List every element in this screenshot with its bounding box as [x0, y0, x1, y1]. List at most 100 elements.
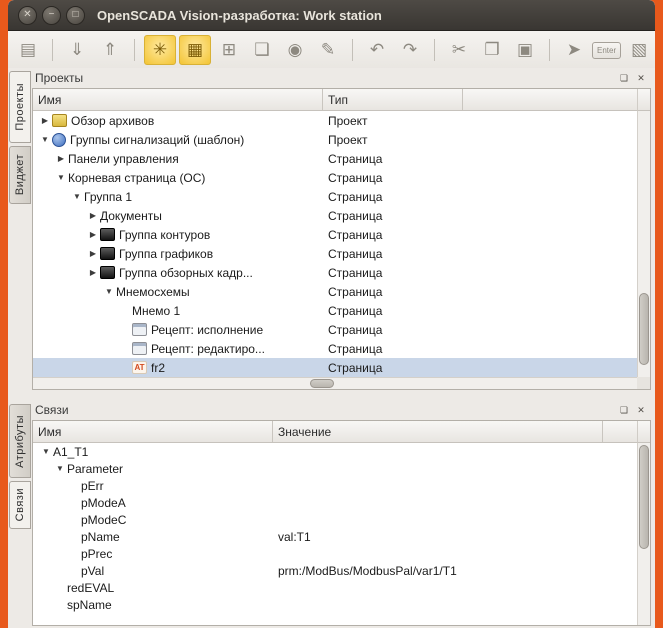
run-project-icon[interactable]: ▦: [179, 35, 211, 65]
vertical-scrollbar[interactable]: [637, 443, 650, 625]
indent-spacer: [33, 570, 67, 571]
add-widget-icon[interactable]: ⊞: [214, 36, 244, 64]
tree-row[interactable]: ATfr2Страница: [33, 358, 637, 377]
row-name: pName: [81, 530, 120, 544]
print-icon[interactable]: ▤: [13, 36, 43, 64]
projects-dock-buttons: ❏✕: [614, 71, 648, 85]
tree-row[interactable]: ▼Группа 1Страница: [33, 187, 637, 206]
tab-label: Виджет: [14, 154, 26, 195]
dock-area: Проекты ❏✕ ИмяТип ▶Обзор архивовПроект▼Г…: [30, 68, 653, 628]
close-button[interactable]: ✕: [18, 6, 37, 25]
view-widget-icon[interactable]: ◉: [280, 36, 310, 64]
collapse-icon[interactable]: ▼: [39, 447, 53, 456]
links-panel-title: Связи: [35, 403, 69, 417]
scrollbar-thumb[interactable]: [310, 379, 334, 388]
float-button[interactable]: ❏: [617, 403, 631, 417]
tree-row[interactable]: ▼Parameter: [33, 460, 637, 477]
tree-row[interactable]: ▶Группа контуровСтраница: [33, 225, 637, 244]
collapse-icon[interactable]: ▼: [70, 192, 84, 201]
collapse-icon[interactable]: ▼: [54, 173, 68, 182]
tree-row[interactable]: pModeC: [33, 511, 637, 528]
window-icon: [132, 323, 147, 336]
column-header[interactable]: Имя: [33, 421, 273, 442]
close-button[interactable]: ✕: [634, 71, 648, 85]
projects-panel-titlebar[interactable]: Проекты ❏✕: [30, 68, 653, 88]
vertical-scrollbar[interactable]: [637, 111, 650, 377]
scrollbar-thumb[interactable]: [639, 293, 649, 365]
tree-row[interactable]: pNameval:T1: [33, 528, 637, 545]
toolbar-separator: [52, 39, 53, 61]
tab-attributes[interactable]: Атрибуты: [9, 404, 31, 478]
indent-spacer: [33, 253, 86, 254]
expand-icon[interactable]: ▶: [38, 116, 52, 125]
widget-levels-icon[interactable]: ▧: [624, 36, 654, 64]
collapse-icon[interactable]: ▼: [53, 464, 67, 473]
collapse-icon[interactable]: ▼: [38, 135, 52, 144]
float-button[interactable]: ❏: [617, 71, 631, 85]
column-header[interactable]: Имя: [33, 89, 323, 110]
row-name: Группа графиков: [119, 247, 213, 261]
tree-row[interactable]: pValprm:/ModBus/ModbusPal/var1/T1: [33, 562, 637, 579]
tree-row[interactable]: ▶Обзор архивовПроект: [33, 111, 637, 130]
paste-icon[interactable]: ▣: [510, 36, 540, 64]
edit-widget-icon[interactable]: ✎: [313, 36, 343, 64]
side-tabs-bottom: Атрибуты Связи: [9, 404, 30, 529]
expand-icon[interactable]: ▶: [86, 211, 100, 220]
scrollbar-thumb[interactable]: [639, 445, 649, 549]
tree-row[interactable]: ▼Корневая страница (ОС)Страница: [33, 168, 637, 187]
select-mode-icon[interactable]: ➤: [559, 36, 589, 64]
redo-icon[interactable]: ↷: [395, 36, 425, 64]
tree-row[interactable]: ▶Панели управленияСтраница: [33, 149, 637, 168]
minimize-button[interactable]: −: [42, 6, 61, 25]
indent-spacer: [33, 367, 118, 368]
indent-spacer: [33, 348, 118, 349]
widget-library-icon[interactable]: ❏: [247, 36, 277, 64]
enter-key-icon[interactable]: Enter: [592, 42, 621, 59]
row-name: Мнемо 1: [132, 304, 180, 318]
expand-icon[interactable]: ▶: [54, 154, 68, 163]
expand-icon[interactable]: ▶: [86, 230, 100, 239]
tree-row[interactable]: ▶Группа графиковСтраница: [33, 244, 637, 263]
close-button[interactable]: ✕: [634, 403, 648, 417]
undo-icon[interactable]: ↶: [362, 36, 392, 64]
run-widget-icon[interactable]: ✳: [144, 35, 176, 65]
load-from-db-icon[interactable]: ⇓: [62, 36, 92, 64]
cut-icon[interactable]: ✂: [444, 36, 474, 64]
row-name: Рецепт: редактиро...: [151, 342, 265, 356]
tree-row[interactable]: Мнемо 1Страница: [33, 301, 637, 320]
fr-icon: AT: [132, 361, 147, 374]
row-name: A1_T1: [53, 445, 88, 459]
tree-row[interactable]: pPrec: [33, 545, 637, 562]
row-type: Страница: [323, 171, 637, 185]
collapse-icon[interactable]: ▼: [102, 287, 116, 296]
tree-row[interactable]: Рецепт: редактиро...Страница: [33, 339, 637, 358]
tab-projects[interactable]: Проекты: [9, 71, 31, 143]
tree-row[interactable]: redEVAL: [33, 579, 637, 596]
tree-row[interactable]: ▼Группы сигнализаций (шаблон)Проект: [33, 130, 637, 149]
expand-icon[interactable]: ▶: [86, 249, 100, 258]
row-name: pErr: [81, 479, 104, 493]
horizontal-scrollbar[interactable]: [33, 377, 637, 389]
maximize-button[interactable]: □: [66, 6, 85, 25]
tree-row[interactable]: ▶ДокументыСтраница: [33, 206, 637, 225]
column-header[interactable]: Значение: [273, 421, 603, 442]
expand-icon[interactable]: ▶: [86, 268, 100, 277]
window-titlebar[interactable]: ✕−□ OpenSCADA Vision-разработка: Work st…: [8, 0, 655, 31]
tree-row[interactable]: ▼МнемосхемыСтраница: [33, 282, 637, 301]
tree-row[interactable]: Рецепт: исполнениеСтраница: [33, 320, 637, 339]
save-to-db-icon[interactable]: ⇑: [95, 36, 125, 64]
column-header[interactable]: Тип: [323, 89, 463, 110]
tree-row[interactable]: pErr: [33, 477, 637, 494]
row-type: Проект: [323, 114, 637, 128]
tree-row[interactable]: pModeA: [33, 494, 637, 511]
tree-row[interactable]: ▶Группа обзорных кадр...Страница: [33, 263, 637, 282]
tab-links[interactable]: Связи: [9, 481, 31, 529]
tree-row[interactable]: spName: [33, 596, 637, 613]
tab-widget[interactable]: Виджет: [9, 146, 31, 204]
toolbar-separator: [434, 39, 435, 61]
indent-spacer: [33, 604, 53, 605]
tree-row[interactable]: ▼A1_T1: [33, 443, 637, 460]
projects-panel-title: Проекты: [35, 71, 83, 85]
links-panel-titlebar[interactable]: Связи ❏✕: [30, 400, 653, 420]
copy-icon[interactable]: ❐: [477, 36, 507, 64]
